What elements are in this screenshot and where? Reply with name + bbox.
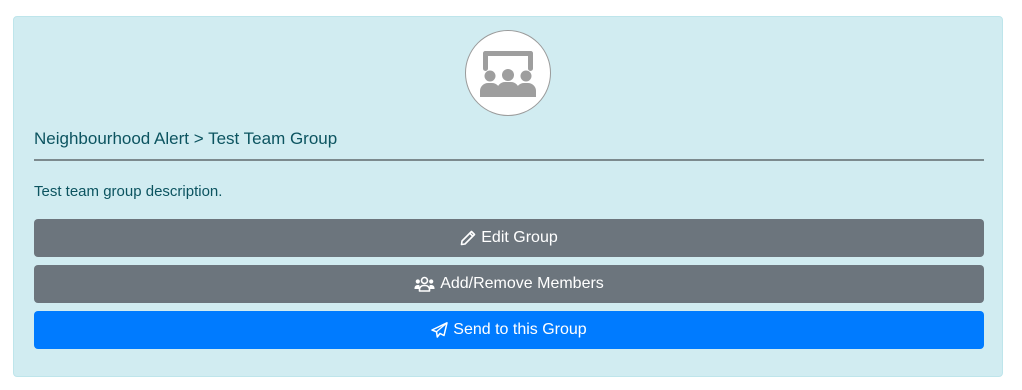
- group-breadcrumb: Neighbourhood Alert > Test Team Group: [34, 129, 338, 148]
- chalkboard-teacher-icon: [480, 51, 536, 97]
- group-avatar: [465, 30, 551, 116]
- pencil-icon: [460, 230, 476, 246]
- edit-group-button[interactable]: Edit Group: [34, 219, 984, 257]
- group-card: Neighbourhood Alert > Test Team Group Te…: [13, 16, 1003, 377]
- add-remove-members-button[interactable]: Add/Remove Members: [34, 265, 984, 303]
- group-description: Test team group description.: [34, 183, 223, 200]
- add-remove-members-label: Add/Remove Members: [440, 275, 604, 292]
- users-icon: [414, 276, 435, 292]
- edit-group-label: Edit Group: [481, 229, 558, 246]
- divider: [34, 159, 984, 161]
- send-to-group-label: Send to this Group: [453, 321, 587, 338]
- send-to-group-button[interactable]: Send to this Group: [34, 311, 984, 349]
- paper-plane-icon: [431, 322, 449, 338]
